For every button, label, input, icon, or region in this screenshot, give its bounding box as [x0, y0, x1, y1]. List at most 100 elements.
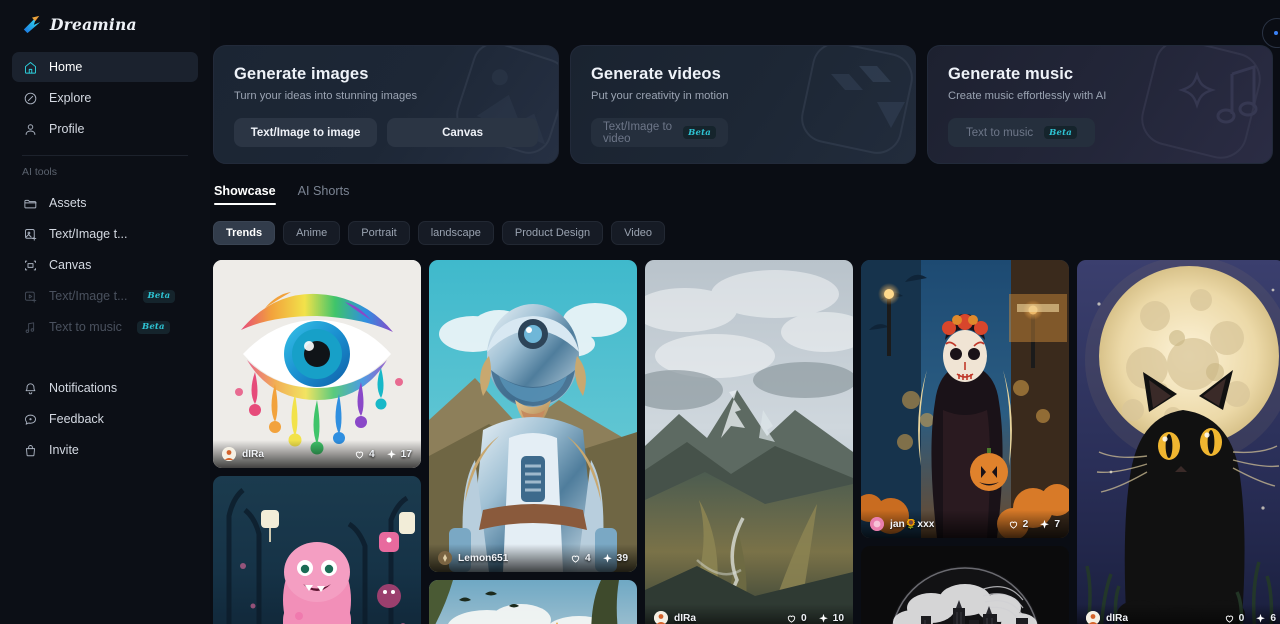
brand-logo[interactable]: Dreamina: [12, 0, 198, 48]
content-tabs: Showcase AI Shorts: [213, 184, 1280, 205]
button-label: Canvas: [442, 126, 484, 139]
sidebar-item-notifications[interactable]: Notifications: [12, 373, 198, 403]
promo-card-generate-music[interactable]: Generate music Create music effortlessly…: [927, 45, 1273, 164]
remix-value: 39: [616, 552, 628, 564]
gallery-tile[interactable]: [429, 580, 637, 624]
remix-count[interactable]: 17: [386, 449, 412, 460]
tab-ai-shorts[interactable]: AI Shorts: [298, 184, 350, 205]
app-root: Dreamina Home Explore Profile AI tools A…: [0, 0, 1280, 624]
like-value: 0: [800, 612, 807, 624]
like-count[interactable]: 4: [570, 553, 591, 564]
heart-icon: [571, 555, 580, 563]
avatar: [654, 611, 668, 624]
remix-count[interactable]: 7: [1039, 519, 1060, 530]
sidebar-item-text-image-to-image[interactable]: Text/Image t...: [12, 219, 198, 249]
chip-label: landscape: [430, 227, 481, 239]
sidebar-item-invite[interactable]: Invite: [12, 435, 198, 465]
gallery-tile[interactable]: [213, 476, 421, 624]
like-count[interactable]: 2: [1008, 518, 1029, 530]
chrome-helmet-astronaut-art: [429, 260, 637, 572]
like-count[interactable]: 0: [786, 613, 807, 624]
beta-badge: Beta: [142, 289, 176, 303]
remix-count[interactable]: 10: [818, 613, 844, 624]
sidebar-item-canvas[interactable]: Canvas: [12, 250, 198, 280]
promo-buttons: Text/Image to image Canvas: [234, 118, 538, 147]
remix-count[interactable]: 39: [602, 553, 628, 564]
sidebar-item-label: Canvas: [49, 258, 92, 272]
sidebar-item-label: Feedback: [49, 412, 104, 426]
tile-stats: 0 6: [1224, 613, 1276, 624]
sidebar: Dreamina Home Explore Profile AI tools A…: [0, 0, 210, 624]
gallery-tile[interactable]: dIRa 0 6: [1077, 260, 1280, 624]
sidebar-item-feedback[interactable]: Feedback: [12, 404, 198, 434]
halloween-witch-sky-art: [429, 580, 637, 624]
day-of-dead-street-art: [861, 260, 1069, 538]
rainbow-dripping-eye-art: [213, 260, 421, 468]
tab-label: AI Shorts: [297, 184, 350, 198]
music-note-plus-icon: [22, 319, 38, 335]
promo-card-generate-videos[interactable]: Generate videos Put your creativity in m…: [570, 45, 916, 164]
tile-meta: dIRa 0 10: [645, 604, 853, 624]
text-image-to-image-button[interactable]: Text/Image to image: [234, 118, 378, 147]
video-plus-icon: [22, 288, 38, 304]
heart-icon: [1225, 615, 1233, 623]
sidebar-item-text-image-to-video[interactable]: Text/Image t... Beta: [12, 281, 198, 311]
chip-product-design[interactable]: Product Design: [501, 221, 604, 245]
like-value: 2: [1022, 518, 1029, 530]
spark-icon: [602, 553, 612, 563]
image-plus-icon: [22, 226, 38, 242]
heart-icon: [1009, 521, 1017, 529]
like-count[interactable]: 4: [354, 449, 375, 460]
tab-showcase[interactable]: Showcase: [214, 184, 276, 205]
gallery-tile[interactable]: dIRa 0 10: [645, 260, 853, 624]
like-count[interactable]: 0: [1224, 613, 1244, 624]
avatar: [438, 551, 452, 565]
chip-video[interactable]: Video: [611, 221, 666, 245]
tile-stats: 0 10: [786, 613, 844, 624]
promo-card-generate-images[interactable]: Generate images Turn your ideas into stu…: [213, 45, 559, 164]
chip-portrait[interactable]: Portrait: [348, 221, 410, 245]
chip-trends[interactable]: Trends: [213, 221, 276, 245]
button-label: Text/Image to image: [250, 126, 361, 139]
beta-badge: Beta: [1044, 126, 1077, 139]
canvas-button[interactable]: Canvas: [387, 118, 538, 147]
tile-stats: 4 17: [354, 449, 412, 460]
sidebar-item-home[interactable]: Home: [12, 52, 198, 82]
chat-bubble-icon: [22, 411, 38, 427]
tile-username: dIRa: [1106, 612, 1129, 624]
text-to-music-button[interactable]: Text to music Beta: [948, 118, 1095, 147]
sidebar-section-label: AI tools: [22, 166, 58, 178]
gallery-column: dIRa 0 6: [1077, 260, 1280, 624]
beta-badge: Beta: [683, 126, 716, 139]
spark-icon: [818, 613, 828, 623]
misty-mountain-range-art: [645, 260, 853, 624]
sidebar-item-assets[interactable]: Assets: [12, 188, 198, 218]
sidebar-item-explore[interactable]: Explore: [12, 83, 198, 113]
heart-icon: [355, 451, 364, 459]
gallery-tile[interactable]: [861, 546, 1069, 624]
tile-meta: Lemon651 4 39: [429, 544, 637, 572]
person-icon: [22, 121, 38, 137]
sidebar-item-label: Text to music: [49, 320, 122, 334]
sidebar-item-label: Text/Image t...: [49, 289, 128, 303]
gallery-tile[interactable]: Lemon651 4 39: [429, 260, 637, 572]
avatar-status-dot: [1274, 31, 1278, 35]
tile-username: Lemon651: [458, 552, 509, 564]
chip-anime[interactable]: Anime: [283, 221, 341, 245]
promo-title: Generate videos: [591, 65, 721, 83]
spark-icon: [1040, 519, 1050, 529]
chip-label: Anime: [296, 227, 328, 239]
sidebar-item-text-to-music[interactable]: Text to music Beta: [12, 312, 198, 342]
remix-value: 10: [832, 612, 844, 624]
dreamina-bird-logo-icon: [21, 14, 43, 34]
text-image-to-video-button[interactable]: Text/Image to video Beta: [591, 118, 728, 147]
tile-meta: dIRa 4 17: [213, 440, 421, 468]
chip-landscape[interactable]: landscape: [417, 221, 494, 245]
gallery-tile[interactable]: dIRa 4 17: [213, 260, 421, 468]
gallery-tile[interactable]: jan🌻xxx 2 7: [861, 260, 1069, 538]
promo-title: Generate images: [234, 65, 369, 83]
remix-count[interactable]: 6: [1255, 613, 1276, 624]
sidebar-item-label: Home: [49, 60, 83, 74]
gift-bag-icon: [22, 442, 38, 458]
sidebar-item-profile[interactable]: Profile: [12, 114, 198, 144]
